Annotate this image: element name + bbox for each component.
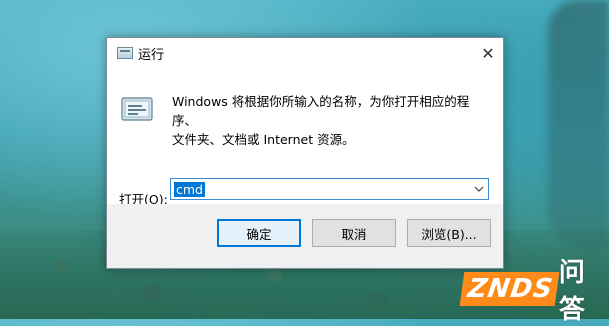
watermark-brand: ZNDS <box>459 272 560 306</box>
dialog-description: Windows 将根据你所输入的名称，为你打开相应的程序、 文件夹、文档或 In… <box>172 92 492 149</box>
chevron-down-icon[interactable] <box>470 179 488 199</box>
open-input-value[interactable]: cmd <box>174 182 205 197</box>
watermark-suffix: 问答 <box>558 258 585 325</box>
run-dialog: 运行 ✕ Windows 将根据你所输入的名称，为你打开相应的程序、 文件夹、文… <box>106 37 504 269</box>
run-dialog-icon <box>117 47 133 59</box>
run-app-icon <box>121 97 153 121</box>
description-line-1: Windows 将根据你所输入的名称，为你打开相应的程序、 <box>172 94 470 128</box>
close-icon: ✕ <box>481 43 495 63</box>
cancel-button[interactable]: 取消 <box>312 219 396 247</box>
close-button[interactable]: ✕ <box>473 38 503 68</box>
button-bar: 确定 取消 浏览(B)... <box>107 204 503 268</box>
browse-button[interactable]: 浏览(B)... <box>407 219 491 247</box>
title-bar[interactable]: 运行 ✕ <box>107 38 503 68</box>
description-line-2: 文件夹、文档或 Internet 资源。 <box>172 132 355 147</box>
dialog-content: Windows 将根据你所输入的名称，为你打开相应的程序、 文件夹、文档或 In… <box>107 68 503 207</box>
znds-watermark: ZNDS 问答 <box>459 258 603 325</box>
dialog-title: 运行 <box>138 48 165 63</box>
ok-button[interactable]: 确定 <box>217 219 301 247</box>
tree-reflection <box>548 0 609 250</box>
open-combobox[interactable]: cmd <box>170 178 489 200</box>
